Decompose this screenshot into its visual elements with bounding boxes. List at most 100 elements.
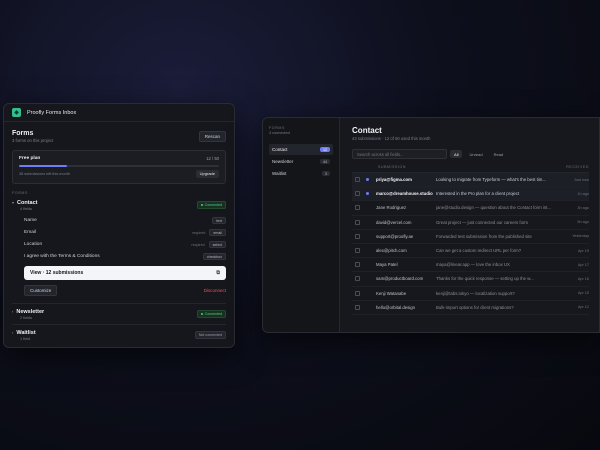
sidebar-label: FORMS: [269, 126, 285, 130]
row-time: Just now: [574, 177, 589, 182]
customize-button[interactable]: Customize: [24, 284, 58, 296]
sidebar-item-count: 3: [322, 171, 331, 176]
unread-dot-icon: [366, 277, 369, 280]
page-title: Contact: [352, 126, 382, 135]
row-sender: Jane Rodriguez: [376, 205, 407, 211]
field-row: Name text: [24, 215, 226, 227]
row-sender: Kenji Watanabe: [376, 290, 407, 296]
sidebar-item-contact[interactable]: Contact 12: [269, 144, 334, 155]
row-message: jane@studio.design — question about the …: [436, 205, 551, 211]
field-label: I agree with the Terms & Conditions: [24, 254, 100, 259]
row-time: 3h ago: [577, 205, 589, 210]
field-required: required: [191, 242, 205, 247]
row-sender: alex@pitch.com: [376, 248, 407, 254]
row-message: Great project — just connected our caree…: [436, 219, 528, 225]
sidebar-item-newsletter[interactable]: Newsletter 44: [269, 156, 333, 167]
plan-remaining: 38 submissions left this month: [19, 171, 70, 176]
table-row[interactable]: sam@productboard.com Thanks for the quick…: [352, 272, 589, 287]
sidebar-item-label: Newsletter: [272, 159, 294, 164]
row-message: Looking to migrate from Typeform — what'…: [436, 177, 546, 183]
unread-dot-icon: [366, 306, 369, 309]
table-row[interactable]: support@proofly.ae Forwarded test submiss…: [352, 230, 589, 244]
row-message: Bulk-import options for client migration…: [436, 304, 514, 310]
app-title: Proofly Forms Inbox: [27, 109, 77, 116]
form-toggle-newsletter[interactable]: › Newsletter: [12, 309, 44, 315]
plan-card: Free plan 12 / 50 38 submissions left th…: [12, 150, 226, 184]
status-badge: Connected: [196, 201, 226, 209]
row-sender: Maya Patel: [376, 262, 398, 268]
divider: [12, 302, 226, 304]
status-text: Connected: [204, 312, 222, 316]
sidebar-item-label: Contact: [272, 147, 288, 152]
field-label: Name: [24, 218, 37, 223]
row-checkbox[interactable]: [355, 304, 361, 310]
row-checkbox[interactable]: [355, 290, 361, 296]
form-fields-count: 2 fields: [20, 315, 33, 320]
row-checkbox[interactable]: [355, 177, 361, 183]
forms-section-label: FORMS: [12, 190, 28, 195]
status-badge: Not connected: [194, 331, 226, 339]
filter-read[interactable]: Read: [490, 150, 508, 158]
search-input[interactable]: [352, 149, 448, 159]
disconnect-button[interactable]: Disconnect: [204, 288, 226, 293]
unread-dot-icon: [366, 206, 369, 209]
form-toggle-contact[interactable]: ▾ Contact: [12, 200, 38, 206]
table-row[interactable]: david@vercel.com Great project — just con…: [352, 216, 589, 230]
page-subtitle: 43 submissions · 12 of 50 used this mont…: [352, 136, 431, 141]
form-toggle-waitlist[interactable]: › Waitlist: [12, 330, 36, 336]
unread-dot-icon: [366, 221, 369, 224]
row-message: Thanks for the quick response — setting …: [436, 276, 534, 282]
status-dot-icon: [200, 204, 203, 206]
chevron-right-icon: ›: [12, 309, 14, 314]
unread-dot-icon: [366, 263, 369, 266]
row-time: 5h ago: [577, 220, 589, 225]
table-row[interactable]: hello@orbital.design Bulk-import options …: [352, 301, 589, 315]
plan-count: 12 / 50: [206, 156, 219, 161]
app-logo-icon: ◆: [12, 108, 21, 117]
plan-progress-fill: [19, 165, 67, 167]
sidebar-item-waitlist[interactable]: Waitlist 3: [269, 168, 333, 179]
forms-panel: ◆ Proofly Forms Inbox Forms 3 forms on t…: [3, 103, 235, 348]
status-text: Connected: [204, 203, 222, 207]
row-checkbox[interactable]: [355, 205, 361, 211]
row-time: Apr 15: [577, 291, 589, 296]
row-checkbox[interactable]: [355, 233, 361, 239]
table-row[interactable]: Jane Rodriguez jane@studio.design — quest…: [352, 201, 589, 216]
row-checkbox[interactable]: [355, 248, 361, 254]
status-badge: Connected: [196, 310, 226, 318]
plan-progress-bar: [19, 165, 219, 167]
row-message: Can we get a custom redirect URL per for…: [436, 248, 522, 254]
table-row[interactable]: priya@figma.com Looking to migrate from T…: [352, 173, 589, 188]
form-item-waitlist[interactable]: › Waitlist 1 field Not connected: [12, 330, 226, 341]
status-dot-icon: [200, 313, 203, 315]
table-row[interactable]: Maya Patel maya@linear.app — love the inb…: [352, 258, 589, 273]
forms-title: Forms: [12, 130, 34, 137]
divider: [12, 323, 226, 325]
table-row[interactable]: alex@pitch.com Can we get a custom redire…: [352, 244, 589, 259]
row-time: Apr 12: [577, 305, 589, 310]
table-row[interactable]: Kenji Watanabe kenji@tabs.tokyo — localiz…: [352, 287, 589, 301]
row-checkbox[interactable]: [355, 276, 361, 282]
filter-unread[interactable]: Unread: [465, 150, 486, 158]
filter-all[interactable]: All: [450, 150, 463, 158]
forms-sidebar: FORMS 3 connected Contact 12 Newsletter 44 W…: [263, 118, 341, 332]
submissions-panel: FORMS 3 connected Contact 12 Newsletter 44 W…: [262, 117, 600, 333]
sidebar-items: Contact 12 Newsletter 44 Waitlist 3: [269, 144, 334, 179]
field-row: Location required select: [24, 239, 226, 251]
view-submissions-button[interactable]: View · 12 submissions ⧉: [24, 265, 226, 280]
submission-list: priya@figma.com Looking to migrate from T…: [352, 173, 589, 315]
form-fields-count: 1 field: [20, 336, 31, 341]
field-required: required: [192, 230, 206, 235]
row-checkbox[interactable]: [355, 262, 361, 268]
rescan-button[interactable]: Rescan: [198, 131, 226, 142]
table-row[interactable]: marco@dreamhouse.studio Interested in the…: [352, 187, 589, 202]
upgrade-button[interactable]: Upgrade: [195, 169, 219, 178]
form-item-newsletter[interactable]: › Newsletter 2 fields Connected: [12, 309, 226, 320]
row-sender: support@proofly.ae: [376, 233, 414, 239]
row-time: Apr 16: [577, 276, 589, 281]
row-checkbox[interactable]: [355, 191, 361, 197]
row-message: Forwarded test submission from the publi…: [436, 233, 532, 239]
row-checkbox[interactable]: [355, 219, 361, 225]
row-time: Apr 19: [577, 248, 589, 253]
view-submissions-label: View · 12 submissions: [30, 269, 84, 276]
